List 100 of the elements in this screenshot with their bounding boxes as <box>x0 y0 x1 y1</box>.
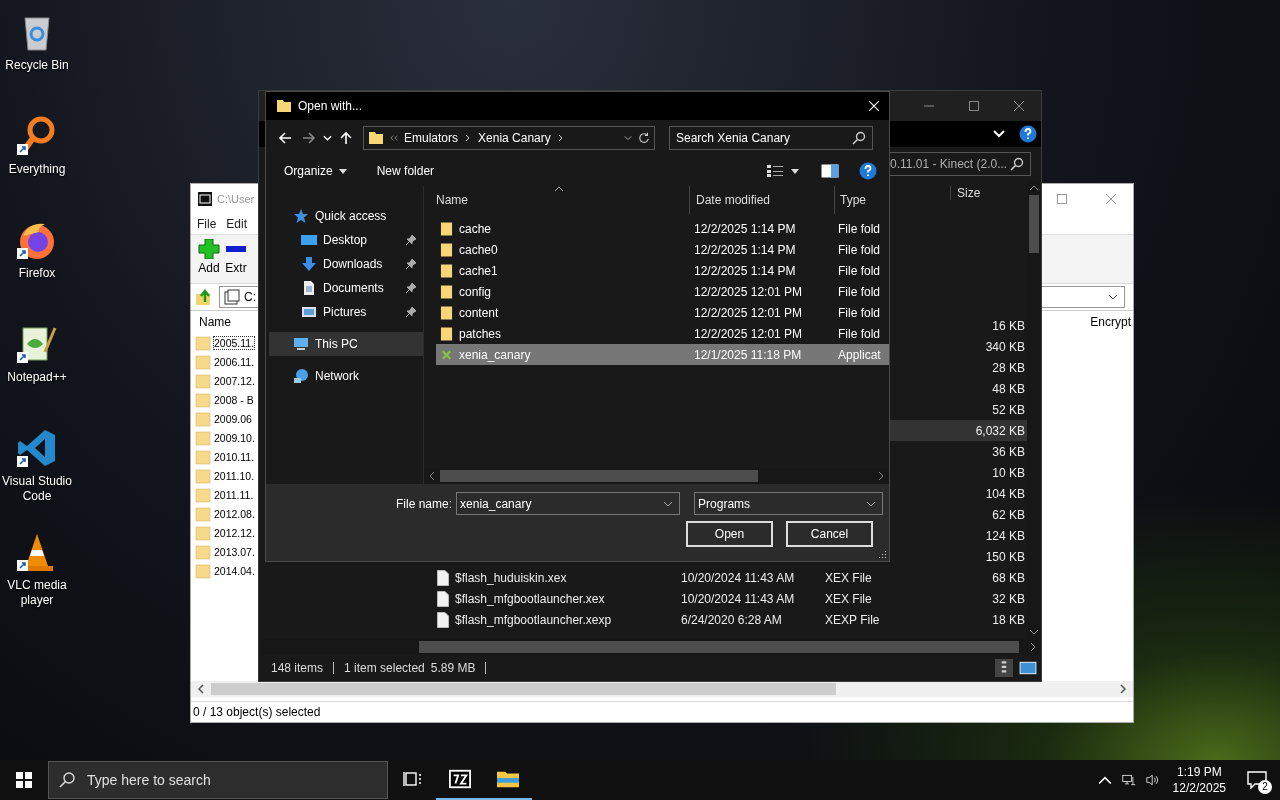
file-name[interactable]: 2009.10. <box>213 430 256 445</box>
resize-grip-icon[interactable] <box>877 549 887 559</box>
navigation-item[interactable]: Documents <box>269 276 423 300</box>
scroll-down-icon[interactable] <box>1029 629 1039 635</box>
file-name[interactable]: 2012.12. <box>213 525 256 540</box>
file-row[interactable]: $flash_huduiskin.xex 10/20/2024 11:43 AM XEX File 68 KB <box>419 567 1027 588</box>
navigation-item[interactable]: Quick access <box>269 204 423 228</box>
file-row[interactable]: config 12/2/2025 12:01 PM File fold <box>436 281 889 302</box>
scroll-up-icon[interactable] <box>1029 185 1039 191</box>
file-type: File fold <box>838 221 881 236</box>
preview-pane-icon[interactable] <box>821 164 839 178</box>
recent-locations-icon[interactable] <box>323 135 332 141</box>
desktop-shortcut[interactable]: Everything <box>0 110 74 214</box>
scrollbar-thumb[interactable] <box>440 470 758 482</box>
file-row[interactable]: content 12/2/2025 12:01 PM File fold <box>436 302 889 323</box>
clock[interactable]: 1:19 PM 12/2/2025 <box>1164 764 1234 796</box>
desktop-icon <box>301 232 317 248</box>
column-header[interactable]: Name <box>199 315 231 329</box>
file-name[interactable]: 2007.12. <box>213 373 256 388</box>
scroll-right-icon[interactable] <box>1030 642 1036 652</box>
file-name-field[interactable]: xenia_canary <box>456 492 681 515</box>
column-header[interactable]: Type <box>835 186 889 214</box>
file-name[interactable]: 2013.07. <box>213 544 256 559</box>
chevron-down-icon[interactable] <box>663 500 674 507</box>
scroll-right-icon[interactable] <box>1119 684 1127 694</box>
file-name[interactable]: 2008 - B <box>213 392 255 407</box>
thumbnail-view-icon[interactable] <box>1019 659 1037 677</box>
file-size: 150 KB <box>985 549 1025 564</box>
up-icon[interactable] <box>339 131 353 145</box>
file-row[interactable]: xenia_canary 12/1/2025 11:18 PM Applicat <box>436 344 889 365</box>
navigation-item[interactable]: Network <box>269 364 423 388</box>
file-row[interactable]: cache1 12/2/2025 1:14 PM File fold <box>436 260 889 281</box>
download-arrow-icon <box>301 256 317 272</box>
desktop-shortcut[interactable]: VLC media player <box>0 526 74 630</box>
file-name[interactable]: 2014.04. <box>213 563 256 578</box>
command-button[interactable]: New folder <box>376 164 435 178</box>
file-name[interactable]: 2005.11. <box>213 335 256 350</box>
date-modified: 12/2/2025 12:01 PM <box>694 326 803 341</box>
file-name: content <box>459 305 499 320</box>
column-header[interactable]: Date modified <box>690 186 835 214</box>
file-name[interactable]: 2011.10. <box>213 468 256 483</box>
column-header[interactable]: Name <box>428 186 690 214</box>
search-field[interactable]: Search Xenia Canary <box>669 126 873 150</box>
help-icon[interactable] <box>1019 125 1037 143</box>
expand-ribbon-icon[interactable] <box>993 130 1005 138</box>
scroll-right-icon[interactable] <box>878 471 884 481</box>
view-options-button[interactable] <box>767 164 799 178</box>
scroll-left-icon[interactable] <box>197 684 205 694</box>
chevron-down-icon[interactable] <box>624 134 632 142</box>
date-modified: 12/2/2025 12:01 PM <box>694 284 803 299</box>
search-icon <box>1010 157 1024 171</box>
notifications-button[interactable]: 2 <box>1234 760 1280 800</box>
toolbar-button[interactable]: Extr <box>224 235 248 283</box>
refresh-icon[interactable] <box>638 132 650 144</box>
address-bar[interactable]: Emulators Xenia Canary <box>363 126 655 150</box>
menu-item[interactable]: Edit <box>226 217 248 231</box>
file-name: $flash_mfgbootlauncher.xex <box>455 591 605 606</box>
details-view-icon[interactable] <box>995 659 1013 677</box>
navigation-item[interactable]: Pictures <box>269 300 423 324</box>
navigation-item[interactable]: Downloads <box>269 252 423 276</box>
navigation-item[interactable]: This PC <box>269 332 423 356</box>
column-header[interactable]: Encrypt <box>1090 315 1133 329</box>
command-button[interactable]: Organize <box>284 164 347 178</box>
taskbar-search-field[interactable]: Type here to search <box>48 761 388 799</box>
scroll-left-icon[interactable] <box>429 471 435 481</box>
desktop-shortcut[interactable]: Recycle Bin <box>0 6 74 110</box>
cancel-button[interactable]: Cancel <box>786 521 873 547</box>
help-icon[interactable] <box>859 162 877 180</box>
menu-item[interactable]: File <box>197 217 217 231</box>
file-type-dropdown[interactable]: Programs <box>694 492 884 515</box>
scrollbar-thumb[interactable] <box>211 683 836 695</box>
desktop-shortcut[interactable]: Visual Studio Code <box>0 422 74 526</box>
desktop-shortcut[interactable]: Notepad++ <box>0 318 74 422</box>
folder-up-icon[interactable] <box>195 288 213 306</box>
chevron-right-icon[interactable] <box>556 134 565 142</box>
scrollbar-thumb[interactable] <box>419 641 1019 653</box>
open-button[interactable]: Open <box>686 521 773 547</box>
file-name[interactable]: 2010.11. <box>213 449 256 464</box>
navigation-item[interactable]: Desktop <box>269 228 423 252</box>
network-icon[interactable] <box>1121 773 1136 787</box>
file-name[interactable]: 2011.11. <box>213 487 255 502</box>
file-row[interactable]: $flash_mfgbootlauncher.xexp 6/24/2020 6:28 AM XEXP File 18 KB <box>419 609 1027 630</box>
archive-app-icon <box>449 769 471 789</box>
file-name[interactable]: 2006.11. <box>213 354 256 369</box>
file-row[interactable]: cache0 12/2/2025 1:14 PM File fold <box>436 239 889 260</box>
speaker-icon[interactable] <box>1145 773 1160 787</box>
breadcrumb-item[interactable]: Emulators <box>404 131 459 145</box>
file-name[interactable]: 2012.08. <box>213 506 256 521</box>
back-icon[interactable] <box>278 131 292 145</box>
desktop-shortcut[interactable]: Firefox <box>0 214 74 318</box>
file-row[interactable]: cache 12/2/2025 1:14 PM File fold <box>436 218 889 239</box>
file-row[interactable]: patches 12/2/2025 12:01 PM File fold <box>436 323 889 344</box>
toolbar-button[interactable]: Add <box>197 235 221 283</box>
scrollbar-thumb[interactable] <box>1029 195 1039 253</box>
file-name[interactable]: 2009.06 <box>213 411 253 426</box>
breadcrumb-item[interactable]: Xenia Canary <box>478 131 551 145</box>
forward-icon[interactable] <box>302 131 316 145</box>
file-row[interactable]: $flash_mfgbootlauncher.xex 10/20/2024 11:43 AM XEX File 32 KB <box>419 588 1027 609</box>
horizontal-scrollbar[interactable] <box>191 681 1133 697</box>
double-chevron-icon[interactable] <box>390 134 398 142</box>
